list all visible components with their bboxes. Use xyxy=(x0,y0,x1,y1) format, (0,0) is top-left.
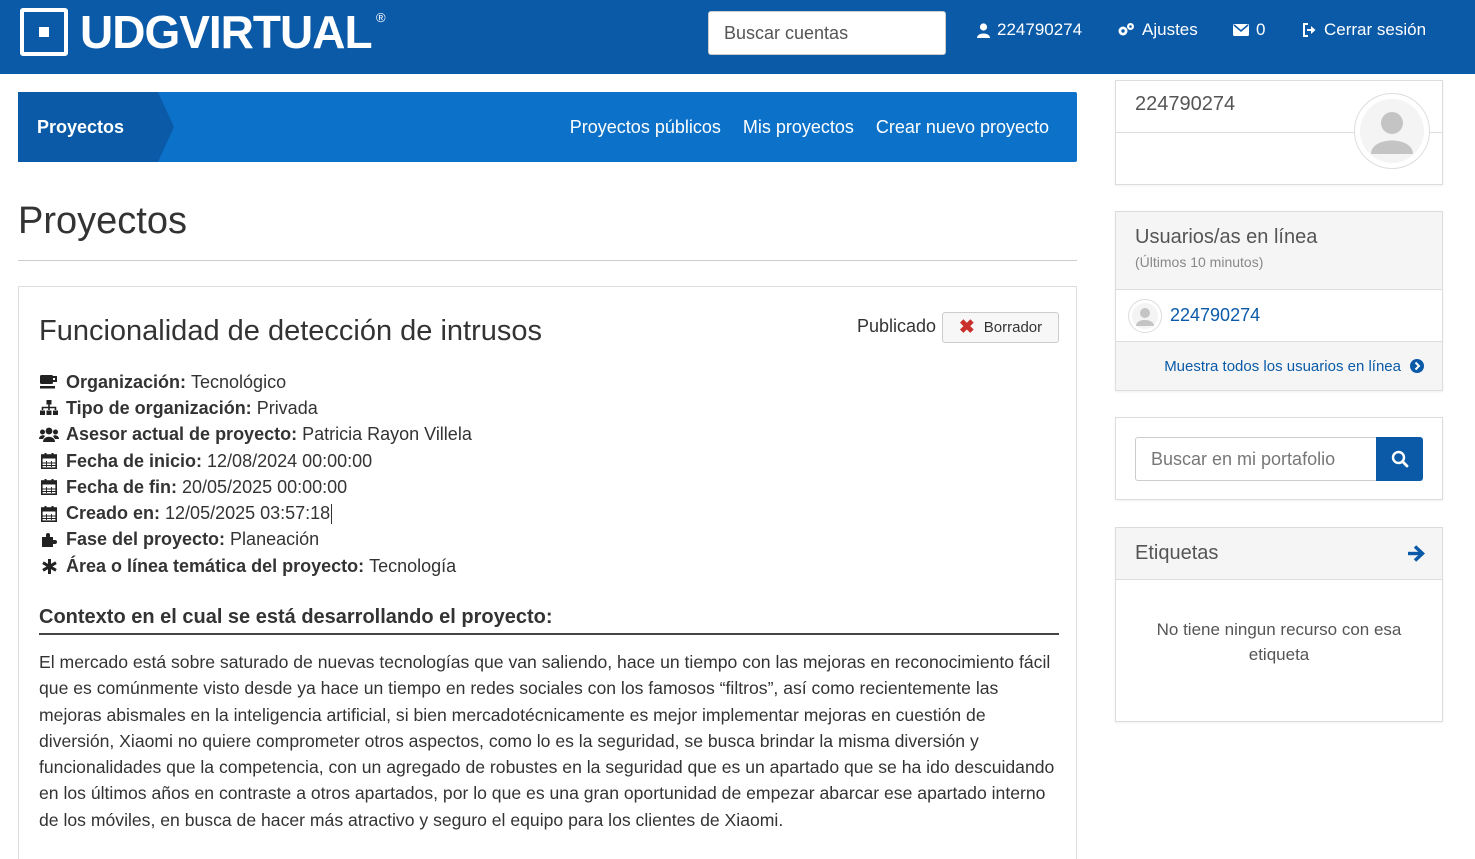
tags-header: Etiquetas xyxy=(1116,528,1442,580)
logout-link[interactable]: Cerrar sesión xyxy=(1302,20,1426,40)
sign-out-icon xyxy=(1303,23,1316,37)
projects-brand-link[interactable]: Proyectos xyxy=(18,92,174,162)
messages-link[interactable]: 0 xyxy=(1233,20,1265,40)
messages-count: 0 xyxy=(1256,20,1266,39)
meta-value: 12/08/2024 00:00:00 xyxy=(207,450,373,471)
online-user-item[interactable]: 224790274 xyxy=(1116,290,1442,342)
tags-empty-message: No tiene ningun recurso con esa etiqueta xyxy=(1156,620,1402,664)
default-avatar-icon xyxy=(1132,302,1158,329)
page-title: Proyectos xyxy=(18,200,187,242)
logo-mark-icon xyxy=(20,8,68,56)
projects-navbar: Proyectos Proyectos públicos Mis proyect… xyxy=(18,92,1077,162)
portfolio-search-button[interactable] xyxy=(1376,437,1423,481)
meta-value: Privada xyxy=(256,397,318,418)
settings-link[interactable]: Ajustes xyxy=(1117,20,1198,40)
project-title: Funcionalidad de detección de intrusos xyxy=(39,315,542,347)
puzzle-icon xyxy=(39,532,59,548)
meta-created-at: Creado en: 12/05/2025 03:57:18 xyxy=(39,500,472,526)
meta-label: Organización: xyxy=(66,371,187,392)
meta-end-date: Fecha de fin: 20/05/2025 00:00:00 xyxy=(39,474,472,500)
meta-label: Creado en: xyxy=(66,503,161,524)
project-panel: Funcionalidad de detección de intrusos P… xyxy=(18,286,1077,859)
meta-label: Fecha de inicio: xyxy=(66,450,203,471)
meta-project-phase: Fase del proyecto: Planeación xyxy=(39,527,472,553)
tags-title: Etiquetas xyxy=(1135,542,1219,564)
default-avatar-icon xyxy=(1360,99,1424,163)
close-x-icon: ✖ xyxy=(958,317,975,338)
context-section-title: Contexto en el cual se está desarrolland… xyxy=(39,606,553,628)
user-icon xyxy=(977,22,990,38)
settings-label: Ajustes xyxy=(1142,20,1198,39)
project-meta-list: Organización: Tecnológico Tipo de organi… xyxy=(39,369,472,579)
online-user-link[interactable]: 224790274 xyxy=(1170,305,1260,326)
avatar[interactable] xyxy=(1354,93,1430,169)
asterisk-icon xyxy=(39,558,59,574)
search-accounts-input[interactable] xyxy=(708,11,946,55)
meta-advisor: Asesor actual de proyecto: Patricia Rayo… xyxy=(39,422,472,448)
logo-text: UDGVIRTUAL xyxy=(80,6,373,58)
envelope-icon xyxy=(1233,24,1249,36)
udgvirtual-logo[interactable]: UDGVIRTUAL ® xyxy=(20,6,386,58)
top-navbar: UDGVIRTUAL ® 224790274 Ajustes 0 Cerrar … xyxy=(0,0,1475,74)
title-divider xyxy=(18,260,1077,261)
meta-value: 12/05/2025 03:57:18 xyxy=(165,503,331,524)
meta-value: Tecnología xyxy=(369,555,457,576)
online-users-card: Usuarios/as en línea (Últimos 10 minutos… xyxy=(1115,211,1443,391)
meta-thematic-area: Área o línea temática del proyecto: Tecn… xyxy=(39,553,472,579)
meta-organization: Organización: Tecnológico xyxy=(39,369,472,395)
meta-start-date: Fecha de inicio: 12/08/2024 00:00:00 xyxy=(39,448,472,474)
profile-name[interactable]: 224790274 xyxy=(1135,93,1235,116)
sitemap-icon xyxy=(39,400,59,416)
context-body-text: El mercado está sobre saturado de nuevas… xyxy=(39,652,1055,830)
show-all-online-users-link[interactable]: Muestra todos los usuarios en línea xyxy=(1116,342,1442,390)
draft-button-label: Borrador xyxy=(983,319,1043,336)
calendar-icon xyxy=(39,505,59,522)
context-divider xyxy=(39,633,1059,635)
meta-organization-type: Tipo de organización: Privada xyxy=(39,395,472,421)
public-projects-link[interactable]: Proyectos públicos xyxy=(570,117,721,138)
meta-value: Patricia Rayon Villela xyxy=(302,424,472,445)
meta-label: Tipo de organización: xyxy=(66,397,252,418)
coffee-icon xyxy=(39,375,59,389)
online-users-header: Usuarios/as en línea (Últimos 10 minutos… xyxy=(1116,212,1442,290)
portfolio-search-input[interactable] xyxy=(1135,437,1377,481)
user-profile-link[interactable]: 224790274 xyxy=(977,20,1082,40)
search-icon xyxy=(1391,450,1408,468)
meta-value: Tecnológico xyxy=(191,371,287,392)
calendar-icon xyxy=(39,479,59,496)
meta-label: Asesor actual de proyecto: xyxy=(66,424,298,445)
my-projects-link[interactable]: Mis proyectos xyxy=(743,117,854,138)
meta-value: Planeación xyxy=(230,529,320,550)
online-users-title: Usuarios/as en línea xyxy=(1135,226,1318,248)
text-cursor xyxy=(331,503,333,524)
draft-button[interactable]: ✖ Borrador xyxy=(942,312,1059,343)
published-status-label: Publicado xyxy=(857,316,937,336)
profile-card: 224790274 xyxy=(1115,80,1443,185)
portfolio-search-card xyxy=(1115,417,1443,500)
gears-icon xyxy=(1118,23,1134,36)
meta-label: Área o línea temática del proyecto: xyxy=(66,555,365,576)
logout-label: Cerrar sesión xyxy=(1324,20,1427,39)
arrow-circle-right-icon xyxy=(1410,359,1424,373)
create-project-link[interactable]: Crear nuevo proyecto xyxy=(876,117,1049,138)
tags-card: Etiquetas No tiene ningun recurso con es… xyxy=(1115,527,1443,722)
avatar xyxy=(1128,298,1162,333)
show-all-label: Muestra todos los usuarios en línea xyxy=(1164,357,1401,375)
meta-label: Fase del proyecto: xyxy=(66,529,226,550)
meta-label: Fecha de fin: xyxy=(66,476,178,497)
online-users-subtitle: (Últimos 10 minutos) xyxy=(1135,254,1264,270)
projects-nav-links: Proyectos públicos Mis proyectos Crear n… xyxy=(570,92,1049,162)
meta-value: 20/05/2025 00:00:00 xyxy=(182,476,348,497)
user-id-label: 224790274 xyxy=(997,20,1083,39)
calendar-icon xyxy=(39,453,59,470)
users-icon xyxy=(39,427,59,443)
logo-registered-mark: ® xyxy=(375,10,386,25)
arrow-right-icon[interactable] xyxy=(1407,545,1425,562)
